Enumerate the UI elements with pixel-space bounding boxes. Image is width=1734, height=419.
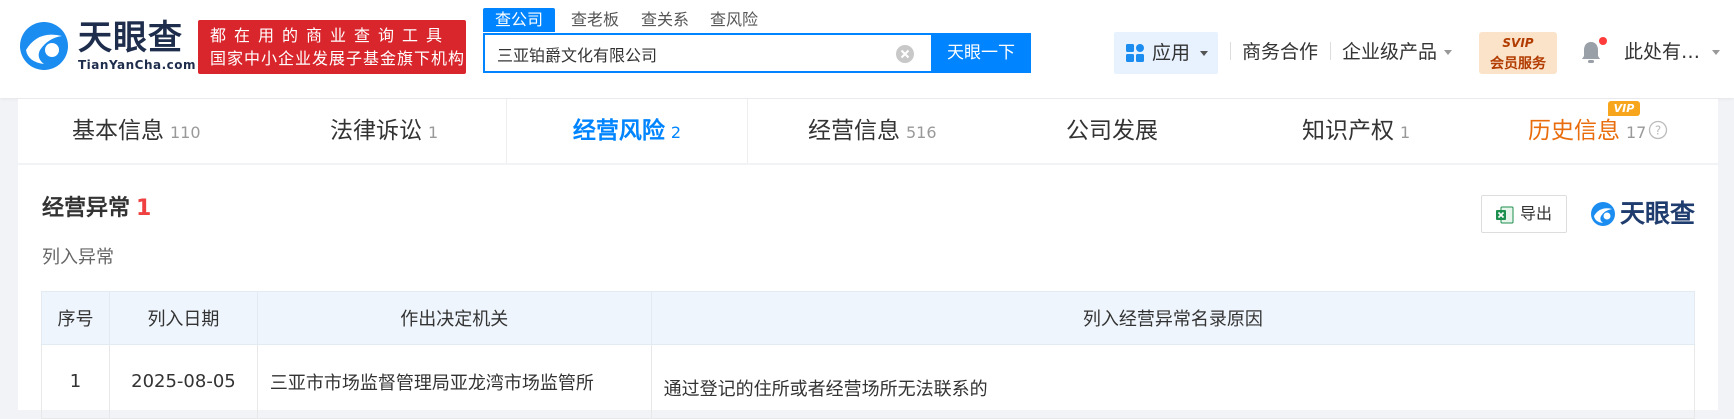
cell-org[interactable]: 三亚市市场监督管理局亚龙湾市场监管所 — [256, 344, 652, 419]
column-header-org: 作出决定机关 — [256, 291, 652, 345]
vip-badge: VIP — [1608, 101, 1640, 116]
user-menu[interactable]: 此处有… — [1624, 41, 1700, 63]
svg-text:?: ? — [1655, 124, 1661, 138]
tab-label: 经营风险 — [572, 118, 665, 144]
cell-date: 2025-08-05 — [108, 344, 258, 419]
nav-divider — [1230, 42, 1231, 60]
slogan-banner[interactable]: 都在用的商业查询工具 国家中小企业发展子基金旗下机构 — [198, 20, 466, 74]
nav-divider — [1330, 42, 1331, 60]
tab-label: 知识产权 — [1302, 118, 1394, 144]
column-header-no: 序号 — [41, 291, 110, 345]
search-button[interactable]: 天眼一下 — [931, 33, 1031, 73]
tab-count: 1 — [1400, 123, 1411, 142]
watermark-text: 天眼查 — [1620, 199, 1696, 228]
tab-count: 516 — [906, 123, 937, 142]
search-input[interactable] — [495, 39, 919, 69]
search-tab-company[interactable]: 查公司 — [483, 8, 556, 32]
nav-business-link[interactable]: 商务合作 — [1242, 41, 1318, 63]
nav-enterprise-link[interactable]: 企业级产品 — [1342, 41, 1437, 63]
tab-count: 2 — [670, 123, 682, 142]
tab-count: 110 — [170, 123, 201, 142]
search-tab-relation[interactable]: 查关系 — [641, 8, 689, 32]
apps-label: 应用 — [1152, 42, 1191, 64]
export-button[interactable]: 导出 — [1481, 195, 1567, 233]
tianyancha-logo[interactable]: 天眼查 TianYanCha.com — [18, 18, 196, 74]
tab-operation-risk[interactable]: 经营风险 2 — [506, 99, 748, 163]
section-title: 经营异常 1 — [42, 195, 151, 223]
tab-label: 历史信息 — [1528, 118, 1620, 144]
notification-dot — [1599, 37, 1607, 45]
slogan-line-2: 国家中小企业发展子基金旗下机构 — [210, 49, 466, 68]
logo-mark-icon — [1591, 202, 1615, 226]
chevron-down-icon — [1712, 50, 1720, 55]
help-icon[interactable]: ? — [1648, 120, 1668, 140]
search-tab-risk[interactable]: 查风险 — [710, 8, 758, 32]
company-tabs: 基本信息 110 法律诉讼 1 经营风险 2 经营信息 516 公司发展 知识产权 1 历… — [18, 99, 1718, 164]
table-row: 1 2025-08-05 三亚市市场监督管理局亚龙湾市场监管所 通过登记的住所或… — [41, 344, 1696, 419]
tab-label: 公司发展 — [1066, 118, 1158, 144]
cell-reason: 通过登记的住所或者经营场所无法联系的 — [650, 344, 1696, 419]
column-header-reason: 列入经营异常名录原因 — [650, 291, 1696, 345]
export-label: 导出 — [1520, 204, 1553, 223]
svip-tag: SVIP — [1502, 36, 1534, 50]
apps-grid-icon — [1126, 44, 1144, 62]
bell-icon[interactable] — [1580, 40, 1602, 64]
sub-section-label: 列入异常 — [42, 247, 114, 268]
excel-icon — [1496, 206, 1514, 224]
svip-label: 会员服务 — [1490, 56, 1546, 72]
tab-development[interactable]: 公司发展 — [1066, 99, 1158, 163]
tab-operation-info[interactable]: 经营信息 516 — [808, 99, 937, 163]
tab-basic-info[interactable]: 基本信息 110 — [72, 99, 201, 163]
chevron-down-icon — [1444, 50, 1452, 55]
logo-mark-icon — [20, 22, 68, 70]
section-count: 1 — [136, 196, 152, 221]
slogan-line-1: 都在用的商业查询工具 — [210, 26, 451, 45]
tab-count: 17 — [1626, 123, 1647, 142]
tab-label: 经营信息 — [808, 118, 900, 144]
search-tab-boss[interactable]: 查老板 — [571, 8, 619, 32]
clear-icon[interactable] — [895, 44, 915, 64]
search-box: 天眼一下 — [483, 33, 1031, 73]
logo-domain: TianYanCha.com — [78, 58, 197, 72]
top-bar: 天眼查 TianYanCha.com 都在用的商业查询工具 国家中小企业发展子基… — [0, 0, 1734, 98]
cell-no: 1 — [41, 344, 110, 419]
chevron-down-icon — [1200, 51, 1208, 56]
section-title-text: 经营异常 — [42, 196, 131, 221]
apps-menu-button[interactable]: 应用 — [1114, 32, 1218, 74]
tab-count: 1 — [428, 123, 439, 142]
abnormal-table: 序号 列入日期 作出决定机关 列入经营异常名录原因 1 2025-08-05 三… — [41, 291, 1696, 419]
column-header-date: 列入日期 — [108, 291, 258, 345]
table-header-row: 序号 列入日期 作出决定机关 列入经营异常名录原因 — [41, 291, 1696, 345]
tab-label: 法律诉讼 — [330, 118, 422, 144]
logo-text: 天眼查 — [78, 18, 183, 58]
tab-label: 基本信息 — [72, 118, 164, 144]
tab-ip[interactable]: 知识产权 1 — [1302, 99, 1410, 163]
business-abnormal-panel: 经营异常 1 列入异常 导出 天眼查 序号 列入日期 作出决定机关 列入经营异常… — [18, 165, 1718, 419]
tab-legal[interactable]: 法律诉讼 1 — [330, 99, 438, 163]
svip-button[interactable]: SVIP 会员服务 — [1479, 32, 1557, 74]
watermark-logo: 天眼查 — [1590, 197, 1710, 231]
